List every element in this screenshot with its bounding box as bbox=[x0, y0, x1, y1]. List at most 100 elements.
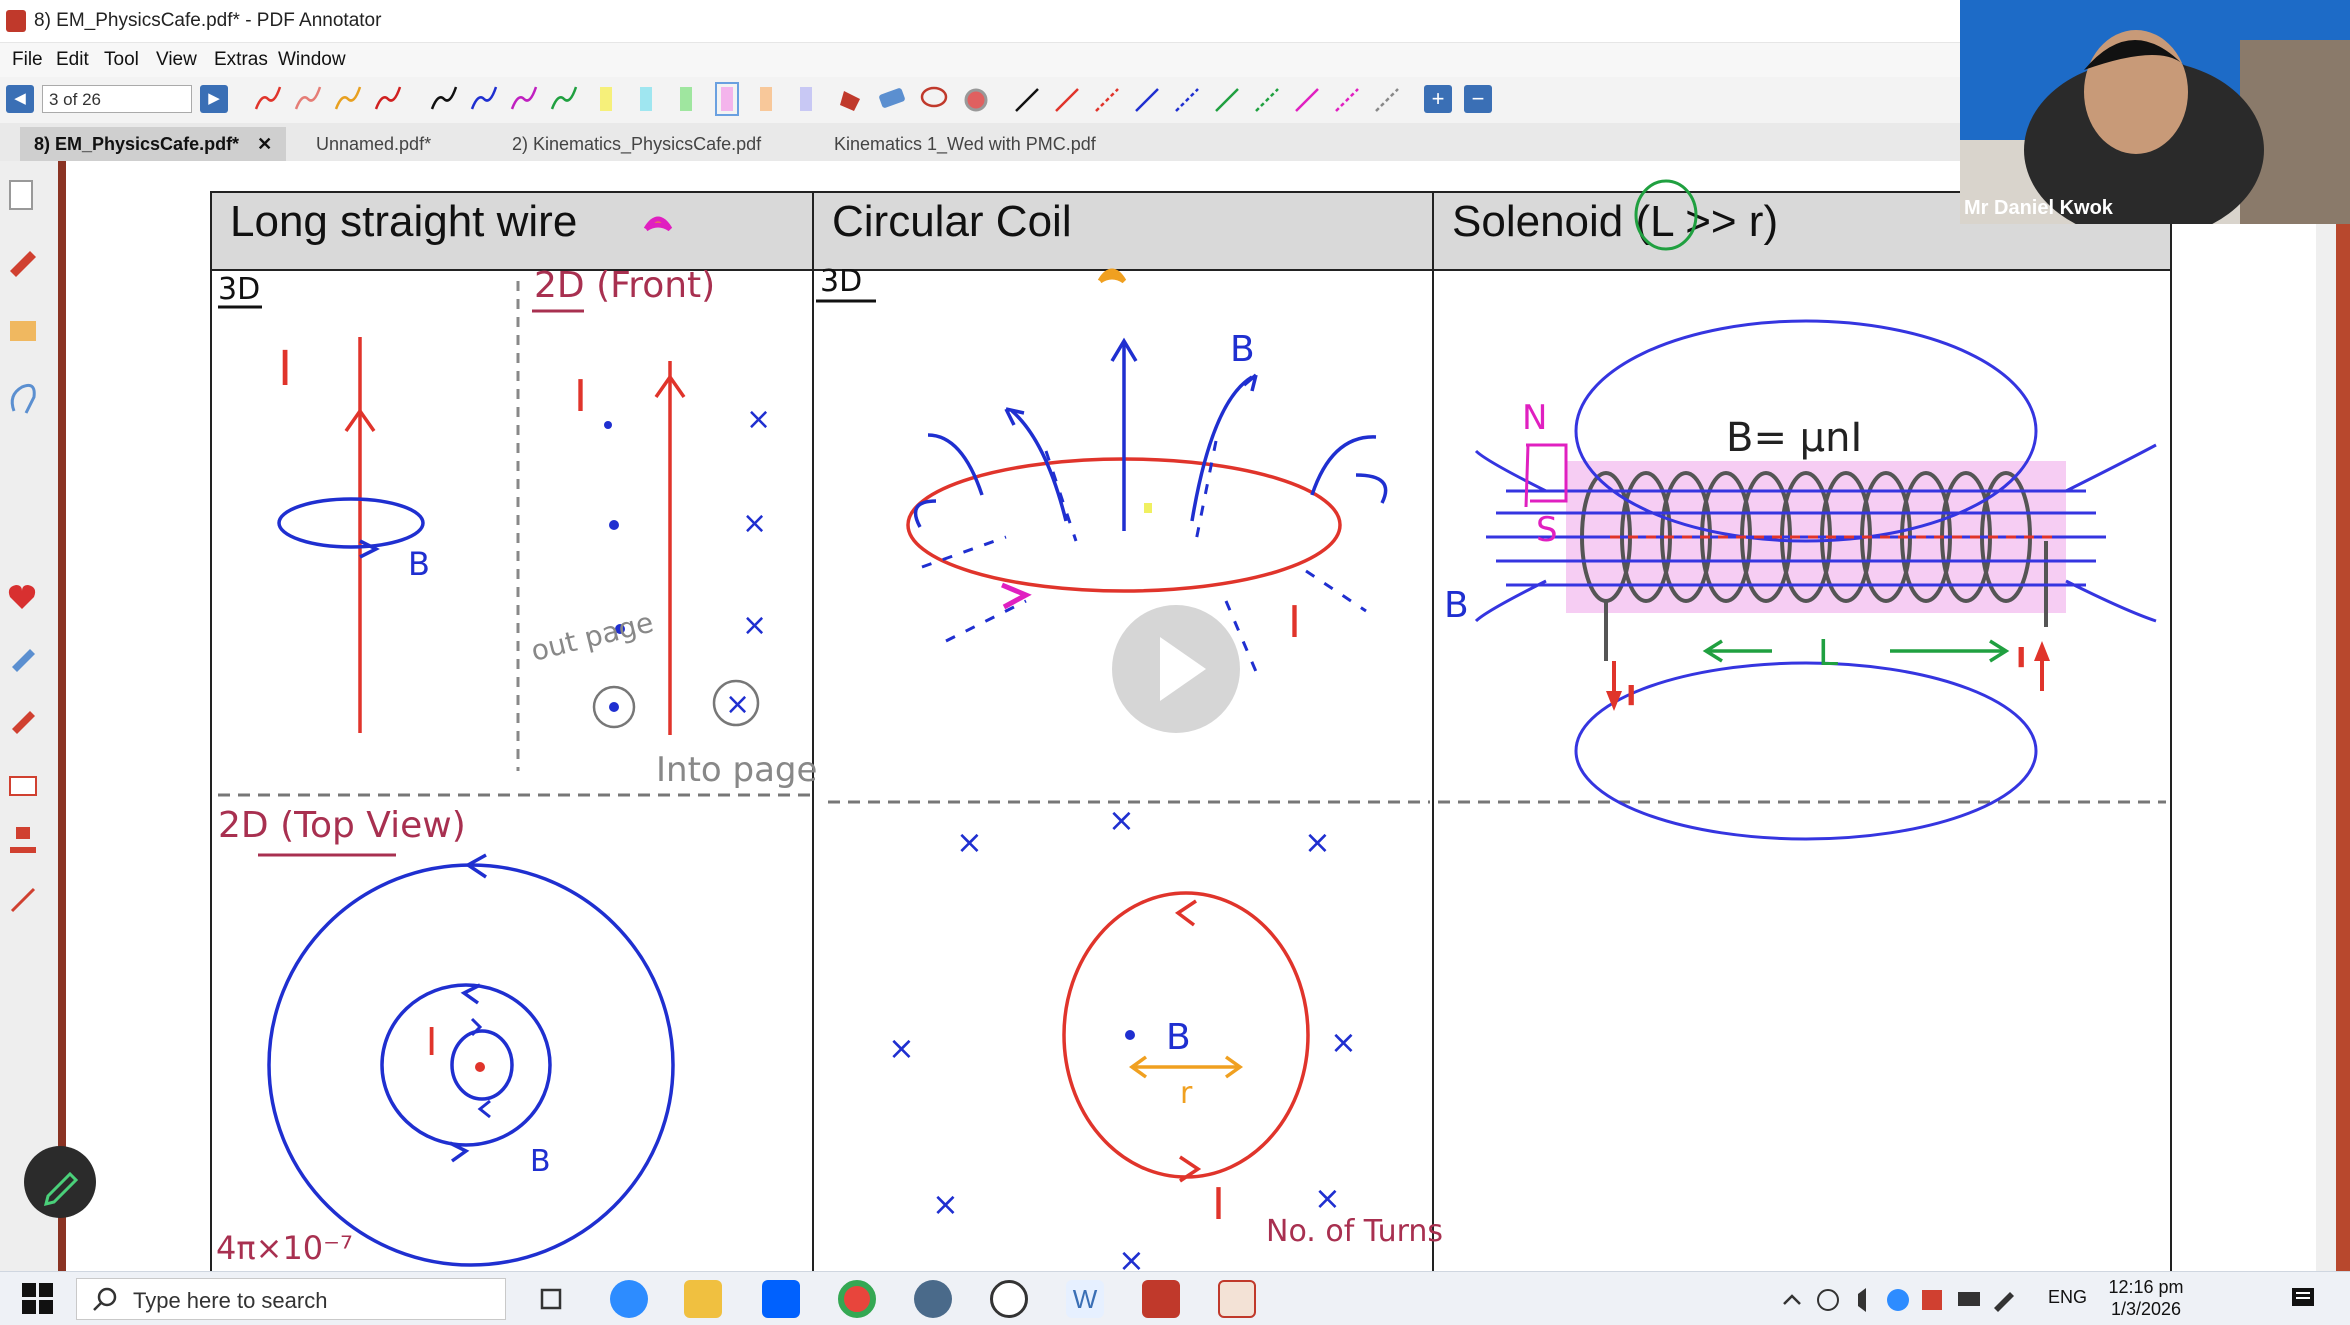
folder-icon[interactable] bbox=[10, 321, 36, 341]
floating-pencil-button[interactable] bbox=[24, 1146, 96, 1218]
video-participant-tile[interactable]: Mr Daniel Kwok bbox=[1960, 0, 2350, 224]
toolbar: ◀ 3 of 26 ▶ + − bbox=[0, 77, 1960, 219]
sidebar-divider bbox=[58, 161, 66, 1271]
search-icon bbox=[93, 1287, 117, 1311]
svg-text:×: × bbox=[746, 402, 771, 437]
coil-3d-tag: 3D bbox=[820, 264, 862, 299]
menu-file[interactable]: File bbox=[12, 49, 43, 71]
tab-kinematics-physicscafe[interactable]: 2) Kinematics_PhysicsCafe.pdf bbox=[498, 127, 775, 161]
right-accent-bar bbox=[2336, 161, 2350, 1271]
into-page-note: Into page bbox=[656, 750, 817, 790]
coil-top-field-label: B bbox=[1166, 1017, 1191, 1058]
radius-label: r bbox=[1180, 1076, 1193, 1111]
menu-view[interactable]: View bbox=[156, 49, 197, 71]
heart-icon[interactable] bbox=[8, 585, 36, 609]
pdf-annotator-app-icon bbox=[6, 10, 26, 32]
windows-start-icon[interactable] bbox=[20, 1281, 56, 1317]
document-tab-bar: 8) EM_PhysicsCafe.pdf* ✕ Unnamed.pdf* 2) … bbox=[0, 123, 1960, 162]
top-view-current-label: I bbox=[426, 1020, 437, 1064]
handwritten-annotations: 3D I B 2D (Front) I × × × × out page Int… bbox=[216, 179, 2166, 1279]
svg-text:×: × bbox=[1330, 1023, 1357, 1061]
svg-text:×: × bbox=[742, 506, 767, 541]
pdf-page[interactable]: Long straight wire Circular Coil Solenoi… bbox=[66, 161, 2316, 1279]
svg-text:×: × bbox=[1314, 1179, 1341, 1217]
window-title: 8) EM_PhysicsCafe.pdf* - PDF Annotator bbox=[34, 10, 382, 31]
text-box-icon[interactable] bbox=[9, 776, 37, 796]
top-view-field-label: B bbox=[530, 1144, 551, 1179]
whiteboard-app-icon[interactable]: W bbox=[1066, 1280, 1104, 1318]
menu-extras[interactable]: Extras bbox=[214, 49, 268, 71]
menu-tool[interactable]: Tool bbox=[104, 49, 139, 71]
tab-em-physicscafe[interactable]: 8) EM_PhysicsCafe.pdf* ✕ bbox=[20, 127, 287, 161]
turns-note: No. of Turns bbox=[1266, 1214, 1443, 1249]
participant-name: Mr Daniel Kwok bbox=[1964, 197, 2113, 219]
solenoid-length-label: L bbox=[1818, 633, 1838, 674]
zoom-in-button[interactable]: + bbox=[1424, 85, 1452, 113]
svg-text:×: × bbox=[1304, 823, 1331, 861]
out-page-note: out page bbox=[528, 606, 657, 668]
arrow-tool-icon[interactable] bbox=[10, 887, 36, 913]
clock-app-icon[interactable] bbox=[990, 1280, 1028, 1318]
chrome-icon[interactable] bbox=[838, 1280, 876, 1318]
tab-unnamed[interactable]: Unnamed.pdf* bbox=[302, 127, 445, 161]
wire-2d-tag: 2D (Front) bbox=[534, 265, 715, 306]
paperclip-icon[interactable] bbox=[10, 383, 36, 414]
task-view-icon[interactable] bbox=[536, 1284, 566, 1314]
south-pole-label: S bbox=[1536, 510, 1558, 550]
top-view-tag: 2D (Top View) bbox=[218, 805, 466, 846]
svg-text:×: × bbox=[742, 608, 767, 643]
tab-kinematics-wed[interactable]: Kinematics 1_Wed with PMC.pdf bbox=[820, 127, 1110, 161]
close-tab-icon[interactable]: ✕ bbox=[257, 134, 272, 154]
highlight-circle bbox=[1634, 179, 1698, 251]
coil-3d-current-label: I bbox=[1288, 597, 1301, 648]
menu-window[interactable]: Window bbox=[278, 49, 346, 71]
page-thumbnail-icon[interactable] bbox=[9, 180, 33, 210]
highlighter-icon[interactable] bbox=[12, 649, 35, 672]
pen-icon[interactable] bbox=[10, 251, 36, 277]
page-number-field[interactable]: 3 of 26 bbox=[42, 85, 192, 113]
search-placeholder: Type here to search bbox=[133, 1288, 328, 1313]
pdf-annotator-taskbar-icon[interactable] bbox=[1142, 1280, 1180, 1318]
java-app-icon[interactable] bbox=[1218, 1280, 1256, 1318]
wire-3d-field-label: B bbox=[408, 545, 430, 583]
system-tray[interactable] bbox=[1774, 1280, 2074, 1320]
clock-time: 12:16 pm bbox=[2108, 1277, 2184, 1297]
solenoid-current-label-2: I bbox=[2016, 641, 2026, 674]
marker-icon[interactable] bbox=[12, 711, 35, 734]
zoom-app-icon[interactable] bbox=[610, 1280, 648, 1318]
vertical-scrollbar[interactable] bbox=[2316, 161, 2336, 1271]
coil-3d-field-label-2: B bbox=[1444, 585, 1469, 626]
next-page-button[interactable]: ▶ bbox=[200, 85, 228, 113]
permeability-note: 4π×10⁻⁷ bbox=[216, 1229, 353, 1267]
taskbar-clock[interactable]: 12:16 pm 1/3/2026 bbox=[2106, 1276, 2186, 1320]
svg-text:×: × bbox=[725, 687, 750, 722]
pen-tool-palette[interactable] bbox=[240, 77, 1440, 123]
clock-date: 1/3/2026 bbox=[2110, 1299, 2182, 1319]
stamp-icon[interactable] bbox=[10, 827, 36, 853]
file-explorer-icon[interactable] bbox=[684, 1280, 722, 1318]
wire-2d-current-label: I bbox=[574, 371, 587, 422]
windows-taskbar: Type here to search W ENG 12:16 pm 1/3/2… bbox=[0, 1271, 2350, 1325]
app-icon-generic[interactable] bbox=[914, 1280, 952, 1318]
input-language[interactable]: ENG bbox=[2048, 1287, 2087, 1308]
svg-text:×: × bbox=[1108, 801, 1135, 839]
menu-bar: File Edit Tool View Extras Window bbox=[0, 43, 1960, 77]
svg-text:×: × bbox=[956, 823, 983, 861]
north-pole-label: N bbox=[1522, 398, 1547, 438]
svg-text:×: × bbox=[932, 1185, 959, 1223]
previous-page-button[interactable]: ◀ bbox=[6, 85, 34, 113]
participant-video-feed bbox=[1960, 0, 2350, 224]
wire-3d-current-label: I bbox=[278, 341, 292, 397]
svg-text:×: × bbox=[888, 1029, 915, 1067]
menu-edit[interactable]: Edit bbox=[56, 49, 89, 71]
taskbar-search-box[interactable]: Type here to search bbox=[76, 1278, 506, 1320]
dropbox-icon[interactable] bbox=[762, 1280, 800, 1318]
solenoid-current-label-1: I bbox=[1626, 679, 1636, 712]
zoom-out-button[interactable]: − bbox=[1464, 85, 1492, 113]
solenoid-formula: B= µnI bbox=[1726, 415, 1862, 461]
notification-center-icon[interactable] bbox=[2288, 1284, 2318, 1314]
tab-label: 8) EM_PhysicsCafe.pdf* bbox=[34, 134, 240, 154]
wire-3d-tag: 3D bbox=[218, 272, 260, 307]
title-bar: 8) EM_PhysicsCafe.pdf* - PDF Annotator bbox=[0, 0, 1960, 43]
pencil-icon bbox=[43, 1171, 79, 1207]
